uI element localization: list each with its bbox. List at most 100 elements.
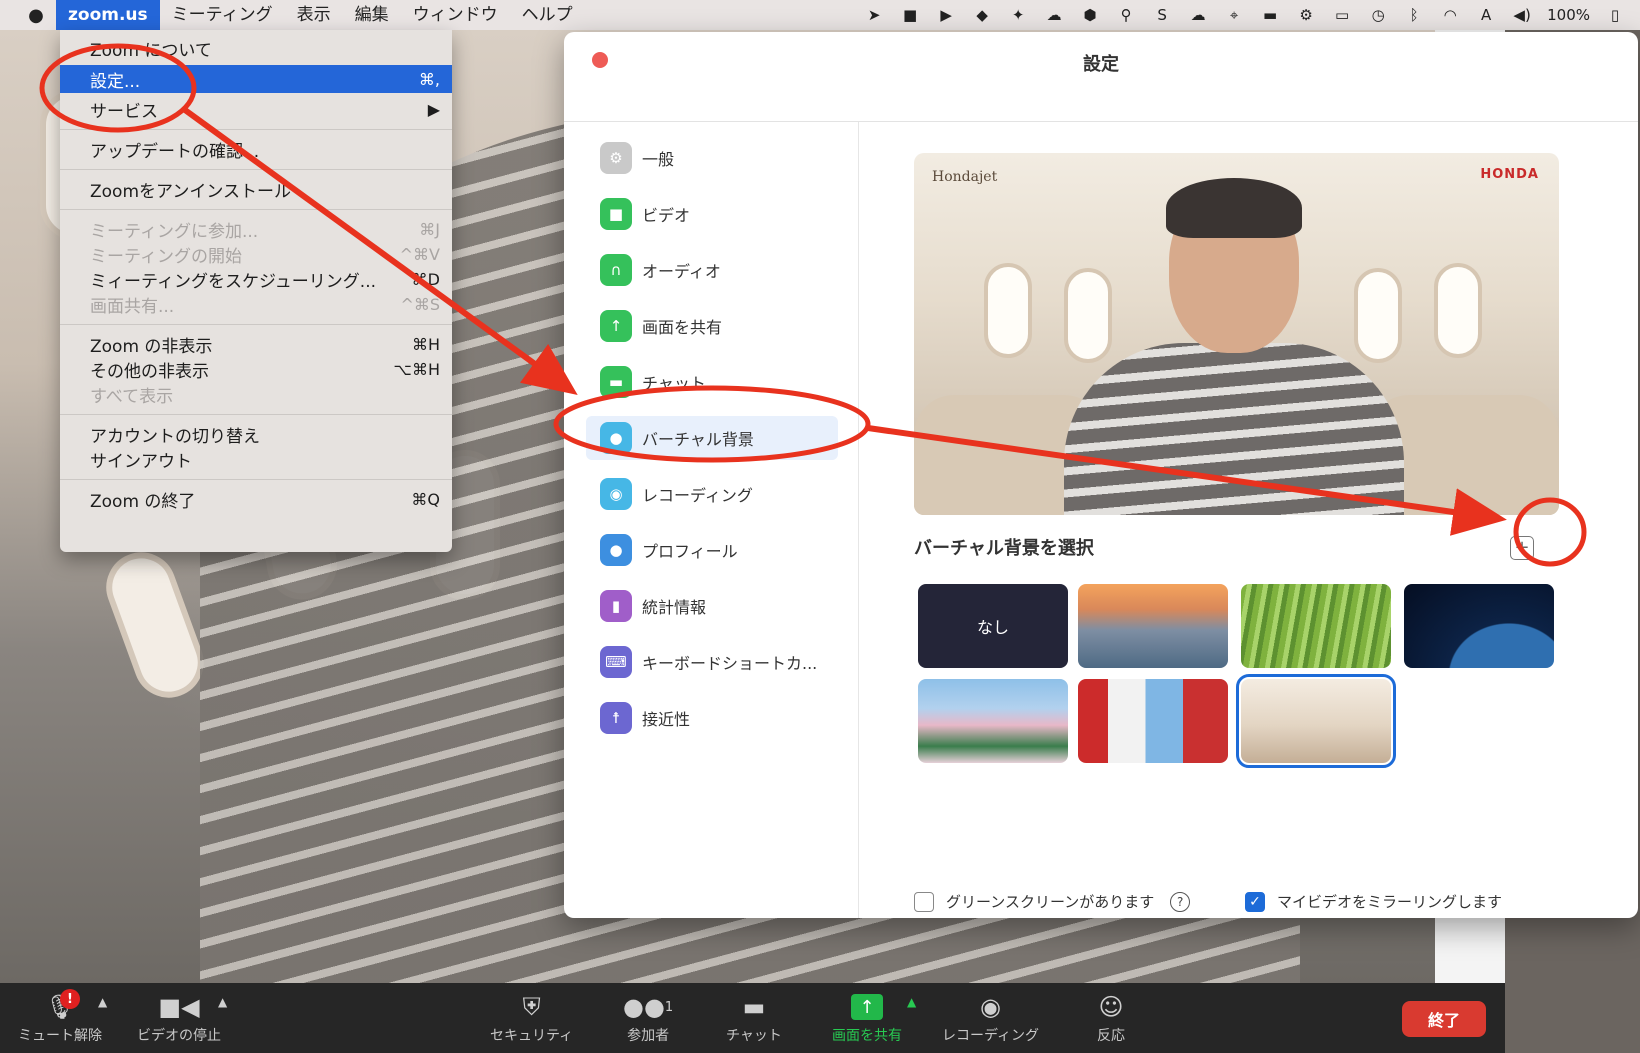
menu-window[interactable]: ウィンドウ xyxy=(401,0,510,30)
menu-item-check-updates[interactable]: アップデートの確認... xyxy=(60,137,452,162)
menu-item-about[interactable]: Zoom について xyxy=(60,36,452,61)
background-thumb-earth[interactable] xyxy=(1404,584,1554,668)
background-thumb-osaka-castle[interactable] xyxy=(918,679,1068,763)
dropbox-icon[interactable]: ◆ xyxy=(971,5,993,25)
menu-divider xyxy=(60,209,452,210)
person-icon: ● xyxy=(600,422,632,454)
add-background-button[interactable]: + xyxy=(1510,536,1534,560)
time-machine-icon[interactable]: ◷ xyxy=(1367,5,1389,25)
keyboard-icon: ⌨ xyxy=(600,646,632,678)
background-thumb-grass[interactable] xyxy=(1241,584,1391,668)
bar-icon[interactable]: ▬ xyxy=(1259,5,1281,25)
green-screen-checkbox[interactable] xyxy=(914,891,934,912)
meeting-toolbar: 🎙 ミュート解除 ! ▲ ■◀ ビデオの停止 ▲ ⛨ セキュリティ ●● 1 参加… xyxy=(0,983,1505,1053)
reactions-button[interactable]: ☺ 反応 xyxy=(1097,989,1125,1045)
input-source-icon[interactable]: A xyxy=(1475,5,1497,25)
video-options-caret[interactable]: ▲ xyxy=(218,995,227,1009)
stats-icon: ▮ xyxy=(600,590,632,622)
location-arrow-icon[interactable]: ➤ xyxy=(863,5,885,25)
background-thumb-tsutenkaku[interactable] xyxy=(1078,679,1228,763)
menu-item-hide-others[interactable]: その他の非表示 ⌥⌘H xyxy=(60,357,452,382)
menu-divider xyxy=(60,129,452,130)
video-camera-icon: ■◀ xyxy=(158,993,200,1021)
wifi-icon[interactable]: ◠ xyxy=(1439,5,1461,25)
s-icon[interactable]: S xyxy=(1151,5,1173,25)
menu-divider xyxy=(60,169,452,170)
end-meeting-button[interactable]: 終了 xyxy=(1402,1001,1486,1037)
settings-titlebar: 設定 xyxy=(564,32,1638,122)
gear-icon: ⚙ xyxy=(600,142,632,174)
menu-item-quit[interactable]: Zoom の終了 ⌘Q xyxy=(60,487,452,512)
menu-item-switch-account[interactable]: アカウントの切り替え xyxy=(60,422,452,447)
menu-item-hide-zoom[interactable]: Zoom の非表示 ⌘H xyxy=(60,332,452,357)
sidebar-item-statistics[interactable]: ▮ 統計情報 xyxy=(586,584,838,628)
menu-app[interactable]: zoom.us xyxy=(56,0,160,30)
zoom-status-icon[interactable]: ■ xyxy=(899,5,921,25)
menu-meeting[interactable]: ミーティング xyxy=(160,0,285,30)
green-screen-option[interactable]: グリーンスクリーンがあります ? xyxy=(914,891,1191,912)
sidebar-item-share-screen[interactable]: ↑ 画面を共有 xyxy=(586,304,838,348)
gear-icon[interactable]: ⚙ xyxy=(1295,5,1317,25)
profile-icon: ● xyxy=(600,534,632,566)
choose-virtual-background-label: バーチャル背景を選択 xyxy=(914,538,1094,559)
honda-logo: HONDA xyxy=(1480,167,1539,182)
menu-divider xyxy=(60,414,452,415)
audio-options-caret[interactable]: ▲ xyxy=(98,995,107,1009)
chat-bubble-icon: ▬ xyxy=(742,993,766,1021)
chat-button[interactable]: ▬ チャット xyxy=(726,989,782,1045)
chat-icon: ▬ xyxy=(600,366,632,398)
recording-button[interactable]: ◉ レコーディング xyxy=(942,989,1039,1045)
play-icon[interactable]: ▶ xyxy=(935,5,957,25)
volume-icon[interactable]: ◀) xyxy=(1511,5,1533,25)
background-thumb-golden-gate[interactable] xyxy=(1078,584,1228,668)
share-options-caret[interactable]: ▲ xyxy=(907,995,916,1009)
airplay-icon[interactable]: ▭ xyxy=(1331,5,1353,25)
background-thumb-jet-cabin[interactable] xyxy=(1236,674,1396,768)
hondajet-logo: Hondajet xyxy=(932,169,998,185)
sidebar-item-virtual-background[interactable]: ● バーチャル背景 xyxy=(586,416,838,460)
sidebar-item-audio[interactable]: ∩ オーディオ xyxy=(586,248,838,292)
menu-item-preferences[interactable]: 設定... ⌘, xyxy=(60,65,452,93)
mirror-video-option[interactable]: ✓ マイビデオをミラーリングします xyxy=(1245,891,1502,912)
menu-edit[interactable]: 編集 xyxy=(343,0,401,30)
menu-help[interactable]: ヘルプ xyxy=(510,0,585,30)
cloud-badge-icon[interactable]: ☁ xyxy=(1187,5,1209,25)
cloud-icon[interactable]: ☁ xyxy=(1043,5,1065,25)
share-screen-button[interactable]: ↑ 画面を共有 xyxy=(832,989,902,1045)
stop-video-button[interactable]: ■◀ ビデオの停止 xyxy=(137,989,221,1045)
bluetooth-icon[interactable]: ᛒ xyxy=(1403,5,1425,25)
sidebar-item-keyboard-shortcuts[interactable]: ⌨ キーボードショートカ... xyxy=(586,640,838,684)
app-icon[interactable]: ✦ xyxy=(1007,5,1029,25)
alert-badge: ! xyxy=(60,989,80,1009)
menu-divider xyxy=(60,324,452,325)
menu-item-sign-out[interactable]: サインアウト xyxy=(60,447,452,472)
lock-icon[interactable]: ⚲ xyxy=(1115,5,1137,25)
menu-item-schedule-meeting[interactable]: ミィーティングをスケジューリング... ⌘D xyxy=(60,267,452,292)
accessibility-icon: ☨ xyxy=(600,702,632,734)
mirror-video-checkbox[interactable]: ✓ xyxy=(1245,891,1265,912)
sidebar-item-video[interactable]: ■ ビデオ xyxy=(586,192,838,236)
menu-item-start-meeting: ミーティングの開始 ^⌘V xyxy=(90,245,440,267)
participants-button[interactable]: ●● 1 参加者 xyxy=(623,989,673,1045)
sidebar-item-profile[interactable]: ● プロフィール xyxy=(586,528,838,572)
menu-item-services[interactable]: サービス ▶ xyxy=(60,97,452,122)
help-icon[interactable]: ? xyxy=(1170,891,1191,912)
menu-item-share-screen: 画面共有... ^⌘S xyxy=(90,295,440,317)
shield-app-icon[interactable]: ⬢ xyxy=(1079,5,1101,25)
sidebar-item-chat[interactable]: ▬ チャット xyxy=(586,360,838,404)
menu-item-uninstall[interactable]: Zoomをアンインストール xyxy=(60,177,452,202)
sidebar-item-recording[interactable]: ◉ レコーディング xyxy=(586,472,838,516)
security-button[interactable]: ⛨ セキュリティ xyxy=(490,989,573,1045)
plus-icon: + xyxy=(1514,537,1530,558)
sidebar-item-accessibility[interactable]: ☨ 接近性 xyxy=(586,696,838,740)
sidebar-item-general[interactable]: ⚙ 一般 xyxy=(586,136,838,180)
participants-icon: ●● 1 xyxy=(623,993,674,1021)
menu-view[interactable]: 表示 xyxy=(285,0,343,30)
app-dropdown-menu: Zoom について 設定... ⌘, サービス ▶ アップデートの確認... Zoo… xyxy=(60,30,452,552)
apple-menu-icon[interactable]: ● xyxy=(16,5,56,26)
video-preview: Hondajet HONDA xyxy=(914,153,1559,515)
share-arrow-icon: ↑ xyxy=(851,989,883,1025)
pin-icon[interactable]: ⌖ xyxy=(1223,5,1245,25)
background-thumb-none[interactable]: なし xyxy=(918,584,1068,668)
battery-icon[interactable]: ▯ xyxy=(1604,5,1626,25)
